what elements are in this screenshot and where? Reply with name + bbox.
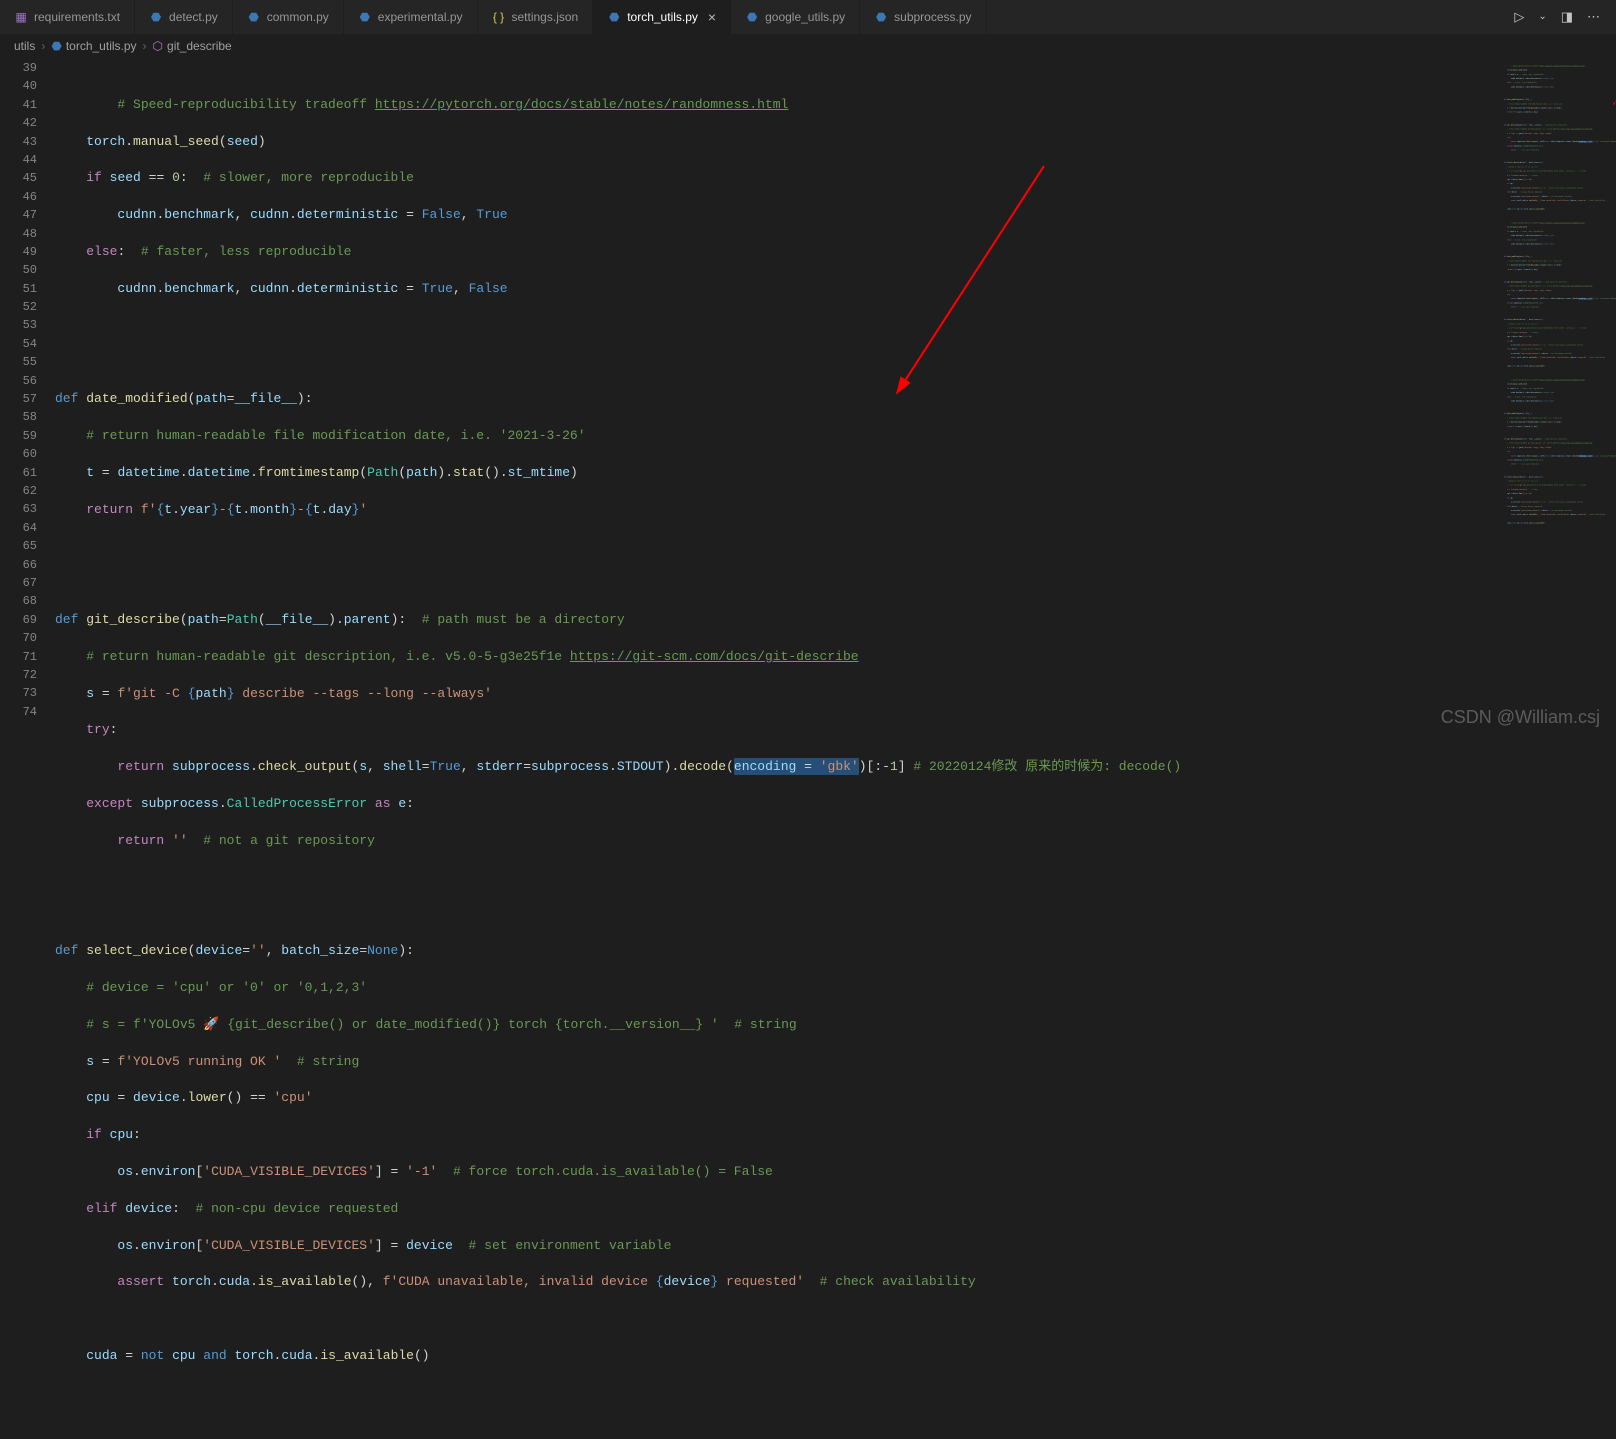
editor: 3940414243444546474849505152535455565758…	[0, 57, 1616, 734]
close-icon[interactable]: ×	[708, 9, 716, 25]
python-icon: ⬣	[607, 10, 621, 24]
tab-detect[interactable]: ⬣ detect.py	[135, 0, 233, 34]
minimap[interactable]: # Speed-reproducibility tradeoff https:/…	[1496, 57, 1616, 734]
tab-label: requirements.txt	[34, 10, 120, 24]
tab-label: google_utils.py	[765, 10, 845, 24]
breadcrumb-symbol[interactable]: git_describe	[167, 39, 232, 53]
tab-google-utils[interactable]: ⬣ google_utils.py	[731, 0, 860, 34]
tab-label: settings.json	[512, 10, 579, 24]
python-icon: ⬣	[358, 10, 372, 24]
python-icon: ⬣	[51, 39, 61, 53]
python-icon: ⬣	[247, 10, 261, 24]
tab-experimental[interactable]: ⬣ experimental.py	[344, 0, 478, 34]
breadcrumb-folder[interactable]: utils	[14, 39, 35, 53]
tab-torch-utils[interactable]: ⬣ torch_utils.py ×	[593, 0, 731, 34]
tab-subprocess[interactable]: ⬣ subprocess.py	[860, 0, 986, 34]
tab-requirements[interactable]: ▦ requirements.txt	[0, 0, 135, 34]
run-icon[interactable]: ▷	[1514, 10, 1524, 25]
python-icon: ⬣	[149, 10, 163, 24]
tab-common[interactable]: ⬣ common.py	[233, 0, 344, 34]
python-icon: ⬣	[874, 10, 888, 24]
symbol-icon: ⬡	[153, 39, 163, 53]
tab-label: common.py	[267, 10, 329, 24]
python-icon: ⬣	[745, 10, 759, 24]
code-content[interactable]: # Speed-reproducibility tradeoff https:/…	[55, 57, 1496, 734]
line-number-gutter: 3940414243444546474849505152535455565758…	[0, 57, 55, 734]
breadcrumb-file[interactable]: torch_utils.py	[66, 39, 137, 53]
chevron-right-icon: ›	[143, 39, 147, 53]
chevron-down-icon[interactable]: ⌄	[1538, 11, 1546, 23]
tab-bar: ▦requirements.txt ⬣detect.py ⬣common.py …	[0, 0, 1616, 35]
watermark: CSDN @William.csj	[1441, 707, 1600, 728]
tab-label: subprocess.py	[894, 10, 971, 24]
tab-label: experimental.py	[378, 10, 463, 24]
json-icon: { }	[492, 10, 506, 24]
split-editor-icon[interactable]: ◨	[1561, 10, 1573, 25]
breadcrumb[interactable]: utils › ⬣ torch_utils.py › ⬡ git_describ…	[0, 35, 1616, 57]
tab-label: detect.py	[169, 10, 218, 24]
more-icon[interactable]: ⋯	[1587, 10, 1600, 25]
tab-label: torch_utils.py	[627, 10, 698, 24]
chevron-right-icon: ›	[41, 39, 45, 53]
tab-settings[interactable]: { } settings.json	[478, 0, 594, 34]
file-icon: ▦	[14, 10, 28, 24]
editor-actions: ▷ ⌄ ◨ ⋯	[1514, 0, 1616, 34]
